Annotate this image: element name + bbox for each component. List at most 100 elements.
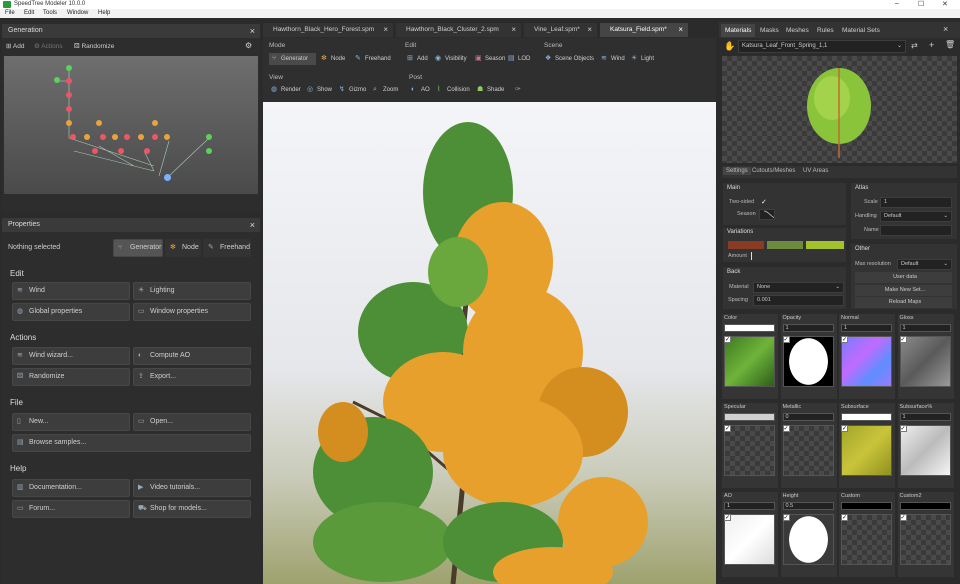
map-cell-ao[interactable]: AO 1 ✓ (722, 492, 778, 577)
randomize-button[interactable]: ⚄ Randomize (12, 368, 130, 386)
browse-samples-button[interactable]: ▤ Browse samples... (12, 434, 251, 452)
map-cell-specular[interactable]: Specular ✓ (722, 403, 778, 488)
map-value-field[interactable] (841, 413, 892, 421)
map-cell-custom2[interactable]: Custom2 ✓ (897, 492, 954, 577)
map-value-field[interactable] (724, 324, 775, 332)
graph-node[interactable] (100, 134, 106, 140)
map-thumbnail[interactable] (841, 336, 892, 387)
lighting-button[interactable]: ☀ Lighting (133, 282, 251, 300)
gen-randomize-button[interactable]: ⚄ Randomize (74, 42, 114, 50)
map-value-field[interactable]: 0 (782, 413, 834, 421)
map-value-field[interactable] (841, 502, 892, 510)
close-icon[interactable]: × (250, 218, 255, 232)
graph-node[interactable] (112, 134, 118, 140)
menu-edit[interactable]: Edit (24, 10, 34, 16)
video-tutorials-button[interactable]: ▶ Video tutorials... (133, 479, 251, 497)
maximize-button[interactable]: ☐ (918, 0, 924, 8)
map-thumbnail[interactable] (841, 425, 892, 476)
map-value-field[interactable]: 1 (899, 413, 951, 421)
toolbar-pin[interactable]: ✑ (515, 84, 525, 96)
graph-node[interactable] (84, 134, 90, 140)
map-enable-checkbox[interactable]: ✓ (841, 425, 848, 432)
map-enable-checkbox[interactable]: ✓ (899, 514, 907, 521)
graph-node[interactable] (96, 120, 102, 126)
graph-node[interactable] (152, 120, 158, 126)
graph-node[interactable] (118, 148, 124, 154)
prop-mode-generator[interactable]: ⑂ Generator (113, 239, 163, 257)
close-icon[interactable]: × (383, 23, 388, 37)
map-cell-height[interactable]: Height 0.5 ✓ (780, 492, 837, 577)
map-cell-metallic[interactable]: Metallic 0 ✓ (780, 403, 837, 488)
graph-node[interactable] (66, 106, 72, 112)
graph-node[interactable] (144, 148, 150, 154)
generation-graph[interactable] (4, 56, 258, 194)
toolbar-wind[interactable]: ≋ Wind (601, 53, 625, 65)
graph-node[interactable] (66, 78, 72, 84)
close-window-button[interactable]: ✕ (942, 0, 948, 8)
season-curve[interactable] (759, 209, 775, 220)
toolbar-mode-freehand[interactable]: ✎ Freehand (355, 53, 391, 65)
variation-swatch-2[interactable] (767, 241, 803, 249)
map-thumbnail[interactable] (782, 336, 834, 387)
close-icon[interactable]: × (678, 23, 683, 37)
tab-katsura-field[interactable]: Katsura_Field.spm* × (600, 23, 688, 37)
toolbar-shade[interactable]: ☗ Shade (477, 84, 504, 96)
shop-button[interactable]: ⛟ Shop for models... (133, 500, 251, 518)
settings-gear-icon[interactable]: ⚙ (245, 41, 252, 50)
tab-masks[interactable]: Masks (756, 24, 783, 37)
map-thumbnail[interactable] (724, 336, 775, 387)
menu-file[interactable]: File (5, 10, 15, 16)
map-value-field[interactable] (899, 502, 951, 510)
tab-materials[interactable]: Materials (721, 24, 756, 37)
map-value-field[interactable]: 1 (841, 324, 892, 332)
graph-node[interactable] (66, 92, 72, 98)
subtab-cutouts[interactable]: Cutouts/Meshes (752, 168, 795, 174)
export-button[interactable]: ⇪ Export... (133, 368, 251, 386)
tab-material-sets[interactable]: Material Sets (838, 24, 884, 37)
minimize-button[interactable]: – (895, 0, 899, 7)
map-enable-checkbox[interactable]: ✓ (724, 425, 731, 432)
graph-node[interactable] (206, 134, 212, 140)
3d-viewport[interactable] (263, 102, 716, 584)
toolbar-gizmo[interactable]: ↯ Gizmo (339, 84, 366, 96)
max-resolution-select[interactable]: Default ⌄ (897, 259, 952, 270)
map-thumbnail[interactable] (841, 514, 892, 565)
open-file-button[interactable]: ▭ Open... (133, 413, 251, 431)
toolbar-zoom[interactable]: ⌕ Zoom (373, 84, 398, 96)
material-select[interactable]: Katsura_Leaf_Front_Spring_1,1 ⌄ (738, 40, 906, 53)
toolbar-visibility[interactable]: ◉ Visibility (435, 53, 467, 65)
map-enable-checkbox[interactable]: ✓ (841, 336, 848, 343)
two-sided-checkbox[interactable]: ✓ (761, 198, 767, 206)
close-icon[interactable]: × (587, 23, 592, 37)
map-cell-custom[interactable]: Custom ✓ (839, 492, 895, 577)
map-enable-checkbox[interactable]: ✓ (724, 336, 731, 343)
compute-ao-button[interactable]: ◐ Compute AO (133, 347, 251, 365)
map-thumbnail[interactable] (724, 514, 775, 565)
scale-field[interactable]: 1 (880, 197, 952, 208)
amount-slider[interactable] (751, 252, 752, 260)
map-thumbnail[interactable] (899, 336, 951, 387)
map-thumbnail[interactable] (782, 514, 834, 565)
toolbar-scene-objects[interactable]: ❖ Scene Objects (545, 53, 594, 65)
spacing-field[interactable]: 0.001 (753, 295, 844, 306)
toolbar-collision[interactable]: ⌇ Collision (437, 84, 470, 96)
tab-hawthorn-hero[interactable]: Hawthorn_Black_Hero_Forest.spm × (263, 23, 393, 37)
map-value-field[interactable]: 0.5 (782, 502, 834, 510)
map-enable-checkbox[interactable]: ✓ (841, 514, 848, 521)
close-icon[interactable]: × (511, 23, 516, 37)
window-properties-button[interactable]: ▭ Window properties (133, 303, 251, 321)
map-enable-checkbox[interactable]: ✓ (782, 514, 790, 521)
delete-icon[interactable]: 🗑 (945, 40, 955, 49)
map-cell-normal[interactable]: Normal 1 ✓ (839, 314, 895, 399)
map-value-field[interactable]: 1 (782, 324, 834, 332)
tab-meshes[interactable]: Meshes (782, 24, 813, 37)
swap-icon[interactable]: ⇄ (911, 41, 918, 50)
user-data-button[interactable]: User data (855, 272, 952, 283)
graph-node[interactable] (92, 148, 98, 154)
graph-node[interactable] (164, 134, 170, 140)
map-cell-subsurface[interactable]: Subsurface ✓ (839, 403, 895, 488)
reload-maps-button[interactable]: Reload Maps (855, 297, 952, 308)
menu-help[interactable]: Help (98, 10, 110, 16)
atlas-name-field[interactable] (880, 225, 952, 236)
tab-rules[interactable]: Rules (813, 24, 838, 37)
